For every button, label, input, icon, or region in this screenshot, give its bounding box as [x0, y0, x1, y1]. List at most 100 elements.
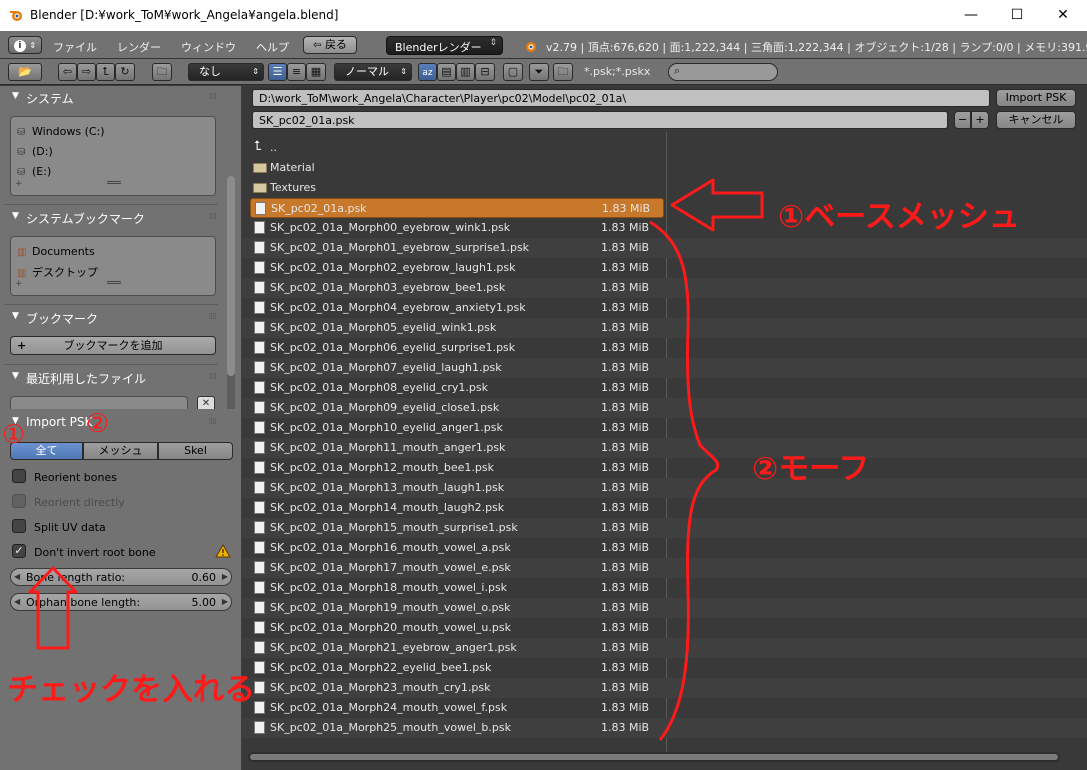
display-short-list-button[interactable]: ☰ — [268, 63, 287, 81]
nav-forward-button[interactable]: ⇨ — [77, 63, 96, 81]
arrow-left-icon[interactable]: ◀ — [14, 572, 20, 581]
arrow-right-icon[interactable]: ▶ — [222, 572, 228, 581]
parent-directory-row[interactable]: ⮤ .. — [242, 138, 1087, 158]
file-row[interactable]: SK_pc02_01a_Morph09_eyelid_close1.psk 1.8… — [242, 398, 1087, 418]
tab-mesh[interactable]: メッシュ — [83, 442, 158, 460]
back-button[interactable]: ⇦ 戻る — [303, 36, 357, 54]
nav-back-button[interactable]: ⇦ — [58, 63, 77, 81]
file-row[interactable]: SK_pc02_01a_Morph21_eyebrow_anger1.psk 1.… — [242, 638, 1087, 658]
display-long-list-button[interactable]: ≡ — [287, 63, 306, 81]
folder-row[interactable]: Material — [242, 158, 1087, 178]
system-drive-d[interactable]: ⛁ (D:) — [17, 145, 53, 158]
scrollbar-thumb[interactable] — [227, 176, 235, 376]
filter-toggle-button[interactable]: ⏷ — [529, 63, 549, 81]
sort-extension-button[interactable]: ▤ — [437, 63, 456, 81]
filename-increment-button[interactable]: + — [971, 111, 989, 129]
import-psk-button[interactable]: Import PSK — [996, 89, 1076, 107]
file-row[interactable]: SK_pc02_01a_Morph14_mouth_laugh2.psk 1.83… — [242, 498, 1087, 518]
arrow-right-icon[interactable]: ▶ — [222, 597, 228, 606]
display-thumbnails-button[interactable]: ▦ — [306, 63, 326, 81]
sort-time-button[interactable]: ▥ — [456, 63, 475, 81]
file-row[interactable]: SK_pc02_01a_Morph17_mouth_vowel_e.psk 1.8… — [242, 558, 1087, 578]
menu-window[interactable]: ウィンドウ — [181, 39, 236, 55]
add-item-icon[interactable]: + — [15, 179, 23, 189]
panel-header-system[interactable]: ▼ システム ⁞⁞⁞⁞ — [4, 88, 218, 108]
system-drive-c[interactable]: ⛁ Windows (C:) — [17, 125, 105, 138]
bone-length-ratio-slider[interactable]: ◀ Bone length ratio: 0.60 ▶ — [10, 568, 232, 586]
directory-path-field[interactable]: D:\work_ToM\work_Angela\Character\Player… — [252, 89, 990, 107]
orphan-bone-length-slider[interactable]: ◀ Orphan bone length: 5.00 ▶ — [10, 593, 232, 611]
maximize-button[interactable]: ☐ — [994, 0, 1040, 31]
file-row[interactable]: SK_pc02_01a_Morph05_eyelid_wink1.psk 1.83… — [242, 318, 1087, 338]
file-row[interactable]: SK_pc02_01a_Morph07_eyelid_laugh1.psk 1.8… — [242, 358, 1087, 378]
reorient-bones-checkbox[interactable] — [12, 469, 26, 483]
menu-file[interactable]: ファイル — [53, 39, 97, 55]
refresh-button[interactable]: ↻ — [115, 63, 135, 81]
grip-icon[interactable]: ⁞⁞⁞⁞ — [209, 417, 218, 427]
file-row[interactable]: SK_pc02_01a_Morph16_mouth_vowel_a.psk 1.8… — [242, 538, 1087, 558]
filename-decrement-button[interactable]: − — [954, 111, 971, 129]
file-row[interactable]: SK_pc02_01a.psk 1.83 MiB — [250, 198, 664, 218]
split-uv-checkbox[interactable] — [12, 519, 26, 533]
file-row[interactable]: SK_pc02_01a_Morph11_mouth_anger1.psk 1.83… — [242, 438, 1087, 458]
reorient-directly-checkbox[interactable] — [12, 494, 26, 508]
file-row[interactable]: SK_pc02_01a_Morph01_eyebrow_surprise1.ps… — [242, 238, 1087, 258]
nav-parent-button[interactable]: ⮤ — [96, 63, 115, 81]
horizontal-scrollbar[interactable] — [248, 752, 1060, 762]
new-folder-button[interactable]: 🗀 — [152, 63, 172, 81]
grip-icon[interactable]: ⁞⁞⁞⁞ — [209, 212, 218, 222]
cancel-button[interactable]: キャンセル — [996, 111, 1076, 129]
resize-grip-icon[interactable] — [107, 181, 121, 184]
resize-grip-icon[interactable] — [107, 281, 121, 284]
system-drive-e[interactable]: ⛁ (E:) — [17, 165, 51, 178]
add-item-icon[interactable]: + — [15, 279, 23, 289]
render-engine-dropdown[interactable]: Blenderレンダー ⇕ — [386, 36, 503, 55]
close-button[interactable]: ✕ — [1040, 0, 1086, 31]
grip-icon[interactable]: ⁞⁞⁞⁞ — [209, 312, 218, 322]
search-input[interactable]: ⌕ — [668, 63, 778, 81]
thumbnail-size-dropdown[interactable]: ノーマル ⇕ — [334, 63, 412, 81]
add-bookmark-button[interactable]: + ブックマークを追加 — [10, 336, 216, 355]
file-row[interactable]: SK_pc02_01a_Morph03_eyebrow_bee1.psk 1.83… — [242, 278, 1087, 298]
sort-size-button[interactable]: ⊟ — [475, 63, 495, 81]
panel-header-recent[interactable]: ▼ 最近利用したファイル ⁞⁞⁞⁞ — [4, 368, 218, 388]
filename-field[interactable]: SK_pc02_01a.psk — [252, 111, 948, 129]
scrollbar-thumb[interactable] — [250, 754, 1058, 760]
file-row[interactable]: SK_pc02_01a_Morph04_eyebrow_anxiety1.psk… — [242, 298, 1087, 318]
grip-icon[interactable]: ⁞⁞⁞⁞ — [209, 372, 218, 382]
file-row[interactable]: SK_pc02_01a_Morph19_mouth_vowel_o.psk 1.8… — [242, 598, 1087, 618]
sort-alpha-button[interactable]: az — [418, 63, 437, 81]
menu-render[interactable]: レンダー — [117, 39, 161, 55]
dont-invert-root-bone-checkbox[interactable]: ✓ — [12, 544, 26, 558]
bookmark-desktop[interactable]: ▥ デスクトップ — [17, 264, 98, 280]
file-row[interactable]: SK_pc02_01a_Morph02_eyebrow_laugh1.psk 1.… — [242, 258, 1087, 278]
filter-folder-button[interactable]: 🗀 — [553, 63, 573, 81]
editor-type-button[interactable]: 📂 — [8, 63, 42, 81]
file-row[interactable]: SK_pc02_01a_Morph22_eyelid_bee1.psk 1.83 … — [242, 658, 1087, 678]
file-row[interactable]: SK_pc02_01a_Morph15_mouth_surprise1.psk 1… — [242, 518, 1087, 538]
file-row[interactable]: SK_pc02_01a_Morph12_mouth_bee1.psk 1.83 M… — [242, 458, 1087, 478]
file-row[interactable]: SK_pc02_01a_Morph18_mouth_vowel_i.psk 1.8… — [242, 578, 1087, 598]
file-row[interactable]: SK_pc02_01a_Morph06_eyelid_surprise1.psk… — [242, 338, 1087, 358]
grip-icon[interactable]: ⁞⁞⁞⁞ — [209, 92, 218, 102]
bookmark-documents[interactable]: ▥ Documents — [17, 245, 95, 258]
file-row[interactable]: SK_pc02_01a_Morph20_mouth_vowel_u.psk 1.8… — [242, 618, 1087, 638]
panel-header-import-psk[interactable]: ▼ Import PSK ⁞⁞⁞⁞ — [4, 413, 218, 433]
file-row[interactable]: SK_pc02_01a_Morph13_mouth_laugh1.psk 1.83… — [242, 478, 1087, 498]
tab-skel[interactable]: Skel — [158, 442, 233, 460]
chevron-updown-icon: ⇕ — [400, 67, 407, 76]
panel-header-bookmarks[interactable]: ▼ ブックマーク ⁞⁞⁞⁞ — [4, 308, 218, 328]
file-row[interactable]: SK_pc02_01a_Morph23_mouth_cry1.psk 1.83 M… — [242, 678, 1087, 698]
editor-type-button[interactable]: i ⇕ — [8, 36, 42, 54]
minimize-button[interactable]: — — [948, 0, 994, 31]
file-row[interactable]: SK_pc02_01a_Morph08_eyelid_cry1.psk 1.83 … — [242, 378, 1087, 398]
panel-header-system-bookmarks[interactable]: ▼ システムブックマーク ⁞⁞⁞⁞ — [4, 208, 218, 228]
file-row[interactable]: SK_pc02_01a_Morph24_mouth_vowel_f.psk 1.8… — [242, 698, 1087, 718]
menu-help[interactable]: ヘルプ — [256, 39, 289, 55]
file-name: SK_pc02_01a_Morph05_eyelid_wink1.psk — [270, 321, 497, 334]
hide-dot-files-button[interactable]: ▢ — [503, 63, 523, 81]
file-row[interactable]: SK_pc02_01a_Morph10_eyelid_anger1.psk 1.8… — [242, 418, 1087, 438]
arrow-left-icon[interactable]: ◀ — [14, 597, 20, 606]
recursion-dropdown[interactable]: なし ⇕ — [188, 63, 264, 81]
file-row[interactable]: SK_pc02_01a_Morph25_mouth_vowel_b.psk 1.8… — [242, 718, 1087, 738]
